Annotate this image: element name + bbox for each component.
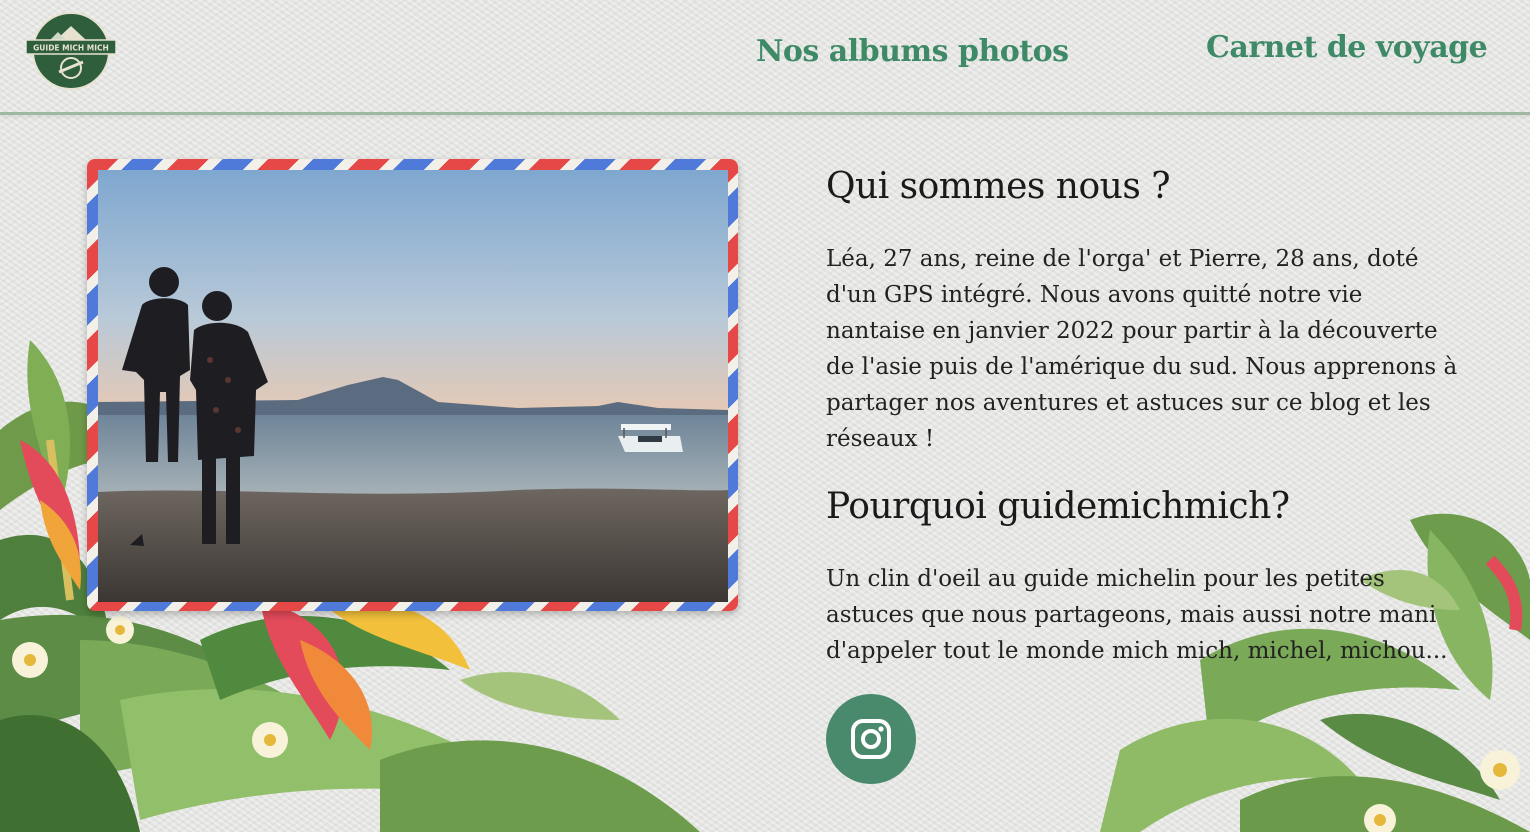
site-header: GUIDE MICH MICH Nos albums photos Carnet… (0, 0, 1530, 115)
instagram-icon (851, 719, 891, 759)
why-title: Pourquoi guidemichmich? (826, 486, 1290, 527)
why-text: Un clin d'oeil au guide michelin pour le… (826, 566, 1448, 664)
site-logo[interactable]: GUIDE MICH MICH (25, 12, 117, 90)
couple-beach-photo (98, 170, 728, 602)
about-title: Qui sommes nous ? (826, 166, 1171, 207)
nav-link-albums[interactable]: Nos albums photos (756, 34, 1069, 69)
logo-emblem-icon: GUIDE MICH MICH (25, 12, 117, 90)
instagram-button[interactable] (826, 694, 916, 784)
about-text: Léa, 27 ans, reine de l'orga' et Pierre,… (826, 246, 1458, 452)
airmail-photo-frame (87, 159, 738, 611)
svg-text:GUIDE MICH MICH: GUIDE MICH MICH (33, 44, 109, 53)
nav-link-carnet[interactable]: Carnet de voyage (1206, 30, 1488, 65)
